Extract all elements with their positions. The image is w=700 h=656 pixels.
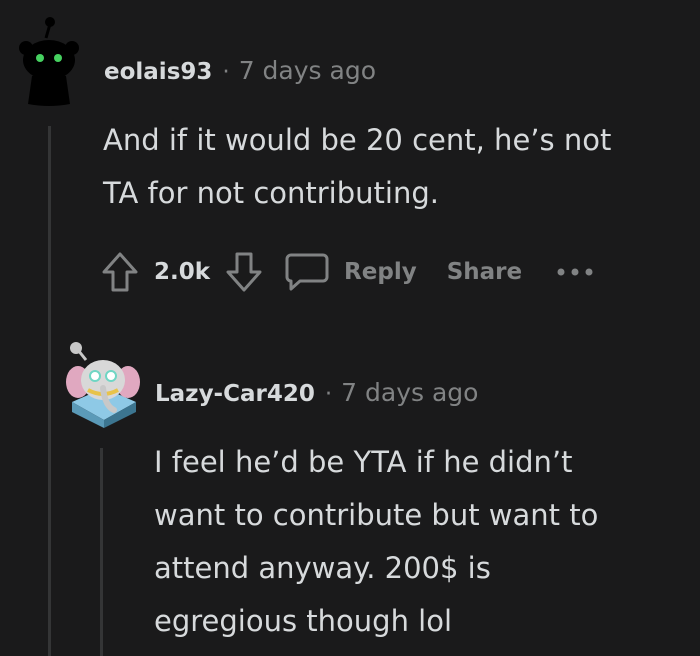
reply-body-line: egregious though lol [154, 604, 453, 638]
comment-username[interactable]: eolais93 [104, 59, 212, 85]
comment-body: And if it would be 20 cent, he’s not TA … [103, 114, 611, 220]
reply-timestamp[interactable]: 7 days ago [341, 378, 478, 407]
ellipsis-icon[interactable] [556, 266, 594, 278]
reply-body: I feel he’d be YTA if he didn’t want to … [154, 436, 598, 648]
reply-body-line: I feel he’d be YTA if he didn’t [154, 445, 573, 479]
meta-separator: · [222, 59, 230, 85]
comment-timestamp[interactable]: 7 days ago [239, 56, 376, 85]
reply-username[interactable]: Lazy-Car420 [155, 381, 315, 407]
elephant-avatar-icon [66, 342, 140, 428]
meta-separator: · [324, 381, 333, 407]
thread-line-top[interactable] [48, 126, 51, 656]
vote-count: 2.0k [154, 259, 211, 285]
reply-button[interactable]: Reply [284, 252, 417, 292]
avatar-lazy-car420[interactable] [62, 340, 144, 432]
avatar-eolais93[interactable] [14, 16, 84, 108]
upvote-arrow-icon[interactable] [100, 250, 140, 294]
reply-meta: Lazy-Car420 · 7 days ago [155, 378, 478, 407]
snoo-avatar-icon [19, 17, 79, 106]
comment-body-line: And if it would be 20 cent, he’s not [103, 123, 612, 157]
speech-bubble-icon [284, 252, 330, 292]
downvote-arrow-icon[interactable] [224, 250, 264, 294]
reply-body-line: want to contribute but want to [154, 498, 599, 532]
reply-body-line: attend anyway. 200$ is [154, 551, 491, 585]
comment-actions: 2.0k Reply Share [100, 244, 594, 300]
share-button[interactable]: Share [447, 259, 522, 285]
comment-body-line: TA for not contributing. [103, 176, 439, 210]
thread-line-reply[interactable] [100, 448, 103, 656]
reply-label: Reply [344, 259, 417, 285]
comment-meta: eolais93 · 7 days ago [104, 56, 376, 85]
